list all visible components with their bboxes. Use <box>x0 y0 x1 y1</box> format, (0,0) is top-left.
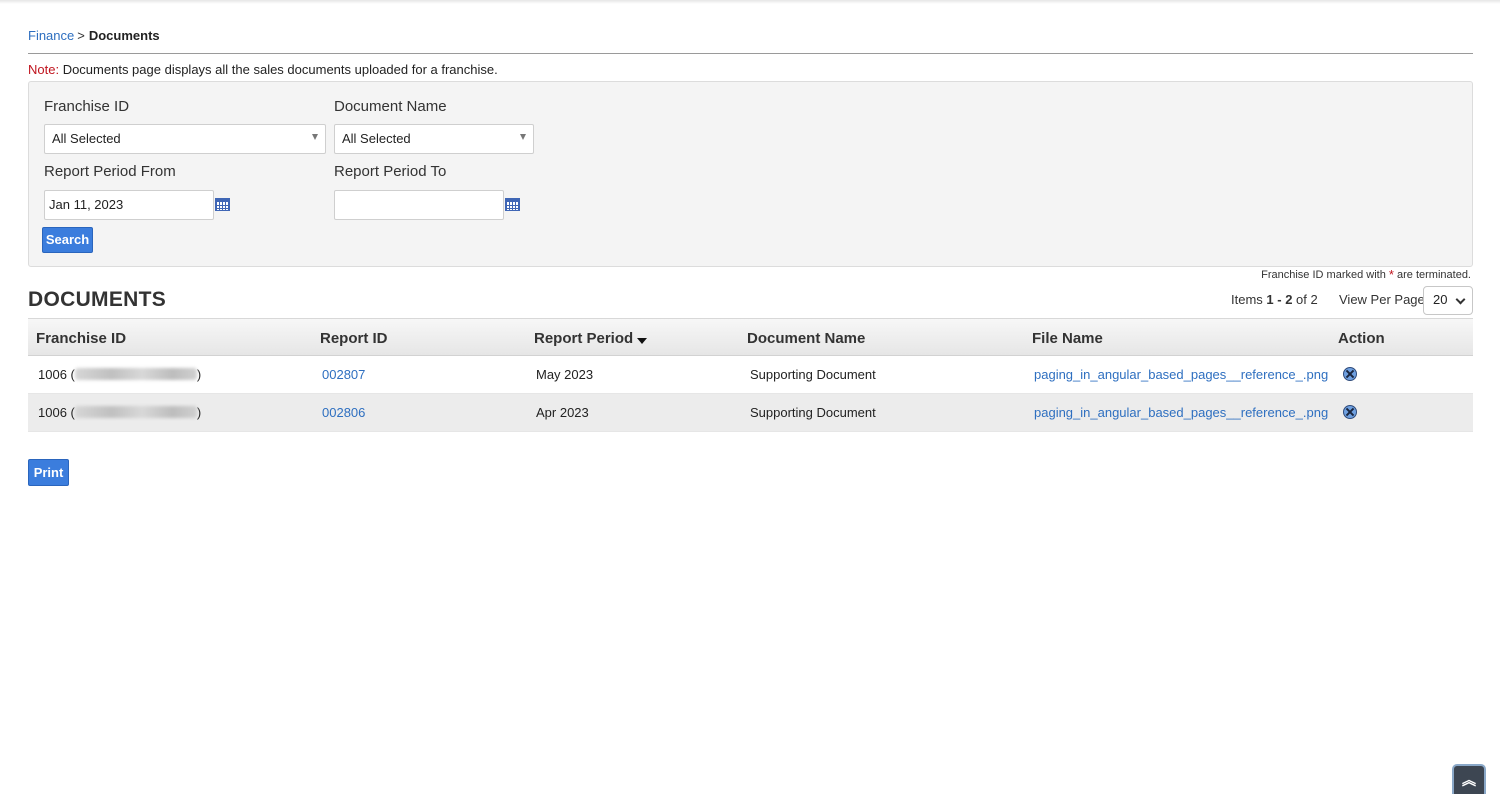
items-prefix: Items <box>1231 292 1267 307</box>
report-id-link[interactable]: 002806 <box>322 405 365 420</box>
documents-table: Franchise ID Report ID Report Period Doc… <box>28 318 1473 432</box>
documents-title: DOCUMENTS <box>28 288 167 311</box>
table-row: 1006 () 002806 Apr 2023 Supporting Docum… <box>28 394 1473 432</box>
franchise-id-label: Franchise ID <box>44 98 130 115</box>
top-shadow <box>0 0 1500 4</box>
franchise-id-close: ) <box>196 405 202 420</box>
terminated-note-prefix: Franchise ID marked with <box>1261 269 1389 281</box>
delete-icon[interactable] <box>1343 405 1357 419</box>
note-text: Documents page displays all the sales do… <box>59 62 498 77</box>
calendar-icon[interactable] <box>505 198 520 211</box>
file-name-link[interactable]: paging_in_angular_based_pages__reference… <box>1034 405 1328 420</box>
document-name-label: Document Name <box>334 98 447 115</box>
column-header-franchise-id[interactable]: Franchise ID <box>36 330 126 347</box>
document-name-select[interactable]: All Selected <box>334 124 534 154</box>
breadcrumb-current: Documents <box>88 28 160 43</box>
header-divider <box>28 53 1473 54</box>
calendar-icon[interactable] <box>215 198 230 211</box>
table-row: 1006 () 002807 May 2023 Supporting Docum… <box>28 356 1473 394</box>
dropdown-arrow-icon <box>312 134 318 140</box>
items-count: Items 1 - 2 of 2 <box>1231 292 1318 307</box>
document-name-cell: Supporting Document <box>750 405 876 420</box>
breadcrumb-separator: > <box>77 28 85 43</box>
file-name-link[interactable]: paging_in_angular_based_pages__reference… <box>1034 367 1328 382</box>
document-name-cell: Supporting Document <box>750 367 876 382</box>
column-header-action: Action <box>1338 330 1385 347</box>
filter-panel: Franchise ID All Selected Document Name … <box>28 81 1473 267</box>
document-name-select-value: All Selected <box>342 131 411 146</box>
report-period-cell: Apr 2023 <box>536 405 589 420</box>
scroll-to-top-button[interactable]: ︽ <box>1452 764 1486 794</box>
terminated-note: Franchise ID marked with * are terminate… <box>1261 267 1471 282</box>
redacted-franchise-name <box>74 368 197 380</box>
franchise-id-select[interactable]: All Selected <box>44 124 326 154</box>
report-period-cell: May 2023 <box>536 367 594 382</box>
view-per-page-label: View Per Page <box>1339 292 1425 307</box>
report-id-link[interactable]: 002807 <box>322 367 365 382</box>
franchise-id-cell: 1006 () <box>38 367 201 382</box>
items-total: of 2 <box>1292 292 1318 307</box>
table-header: Franchise ID Report ID Report Period Doc… <box>28 318 1473 356</box>
view-per-page-select[interactable]: 20 <box>1423 286 1473 315</box>
breadcrumb-finance-link[interactable]: Finance <box>28 28 74 43</box>
column-header-report-period-label: Report Period <box>534 330 634 347</box>
franchise-id-close: ) <box>196 367 202 382</box>
column-header-report-id[interactable]: Report ID <box>320 330 388 347</box>
file-name-cell: paging_in_angular_based_pages__reference… <box>1034 405 1328 420</box>
delete-icon[interactable] <box>1343 367 1357 381</box>
column-header-report-period[interactable]: Report Period <box>534 330 648 347</box>
column-header-file-name[interactable]: File Name <box>1032 330 1103 347</box>
print-button[interactable]: Print <box>28 459 69 486</box>
view-per-page-value: 20 <box>1433 292 1448 307</box>
report-id-cell: 002806 <box>322 405 365 420</box>
search-button[interactable]: Search <box>42 227 93 253</box>
franchise-id-text: 1006 ( <box>38 405 75 420</box>
note-label: Note: <box>28 62 60 77</box>
sort-desc-icon <box>637 338 648 344</box>
page-note: Note: Documents page displays all the sa… <box>28 62 498 77</box>
report-id-cell: 002807 <box>322 367 365 382</box>
dropdown-arrow-icon <box>520 134 526 140</box>
redacted-franchise-name <box>74 406 197 418</box>
file-name-cell: paging_in_angular_based_pages__reference… <box>1034 367 1328 382</box>
period-to-label: Report Period To <box>334 163 447 180</box>
period-from-input[interactable]: Jan 11, 2023 <box>44 190 214 220</box>
breadcrumb: Finance > Documents <box>28 28 160 43</box>
terminated-note-suffix: are terminated. <box>1393 269 1471 281</box>
period-from-label: Report Period From <box>44 163 176 180</box>
chevron-down-icon <box>1455 294 1466 305</box>
period-to-input[interactable] <box>334 190 504 220</box>
franchise-id-cell: 1006 () <box>38 405 201 420</box>
column-header-document-name[interactable]: Document Name <box>747 330 865 347</box>
franchise-id-text: 1006 ( <box>38 367 75 382</box>
items-range: 1 - 2 <box>1266 292 1293 307</box>
franchise-id-select-value: All Selected <box>52 131 121 146</box>
